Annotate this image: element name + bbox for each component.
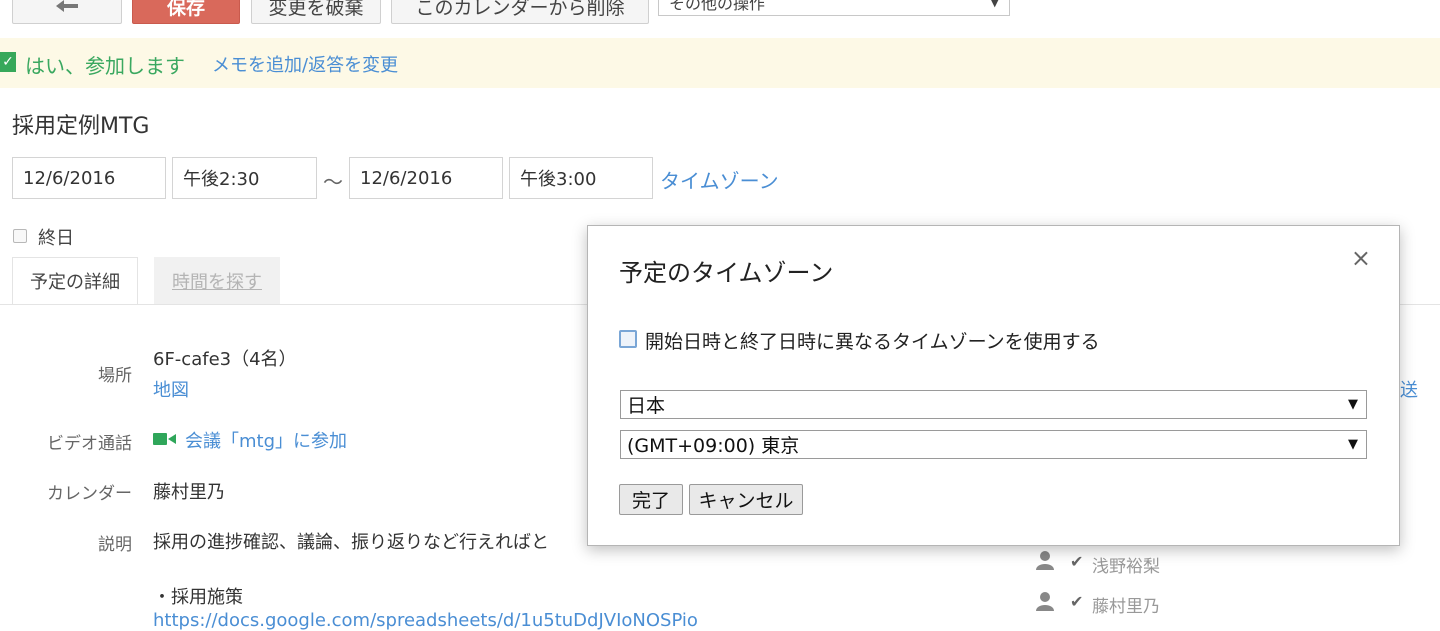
video-call-label: ビデオ通話 — [47, 434, 132, 454]
map-link[interactable]: 地図 — [153, 376, 189, 402]
country-select[interactable]: 日本 ▼ — [620, 390, 1367, 419]
all-day-label: 終日 — [38, 228, 74, 249]
dropdown-arrow-icon: ▼ — [1348, 397, 1358, 412]
change-response-link[interactable]: メモを追加/返答を変更 — [212, 51, 398, 77]
rsvp-bar: ✓ はい、参加します メモを追加/返答を変更 — [0, 38, 1440, 88]
close-icon[interactable]: × — [1351, 244, 1371, 272]
description-item: ・採用施策 — [153, 587, 243, 608]
end-time-input[interactable]: 午後3:00 — [509, 157, 653, 199]
done-button[interactable]: 完了 — [619, 484, 683, 515]
send-link-partial[interactable]: 送 — [1400, 376, 1440, 402]
description-url-link[interactable]: https://docs.google.com/spreadsheets/d/1… — [153, 610, 698, 631]
guest-name: 藤村里乃 — [1092, 597, 1160, 617]
tab-find-time[interactable]: 時間を探す — [154, 257, 280, 304]
separate-timezones-checkbox[interactable] — [619, 330, 637, 348]
guest-name: 浅野裕梨 — [1092, 557, 1160, 577]
start-time-input[interactable]: 午後2:30 — [172, 157, 317, 199]
calendar-label: カレンダー — [47, 484, 132, 504]
save-button[interactable]: 保存 — [132, 0, 240, 24]
location-label: 場所 — [98, 366, 132, 386]
cancel-button[interactable]: キャンセル — [689, 484, 803, 515]
back-button[interactable] — [12, 0, 122, 24]
description-text[interactable]: 採用の進捗確認、議論、振り返りなど行えればと — [153, 528, 549, 554]
timezone-link[interactable]: タイムゾーン — [660, 165, 779, 194]
accepted-check-icon: ✔ — [1070, 552, 1084, 571]
person-icon — [1036, 592, 1054, 611]
dropdown-arrow-icon: ▼ — [990, 0, 999, 9]
video-camera-icon — [153, 433, 176, 445]
rsvp-status: はい、参加します — [25, 54, 185, 78]
event-title[interactable]: 採用定例MTG — [12, 108, 149, 140]
discard-changes-button[interactable]: 変更を破棄 — [251, 0, 381, 24]
description-label: 説明 — [98, 535, 132, 555]
end-date-input[interactable]: 12/6/2016 — [349, 157, 503, 199]
date-range-separator: ～ — [323, 170, 343, 194]
start-date-input[interactable]: 12/6/2016 — [12, 157, 166, 199]
timezone-select-value: (GMT+09:00) 東京 — [627, 435, 800, 457]
location-value[interactable]: 6F-cafe3（4名） — [153, 345, 297, 371]
person-icon — [1036, 551, 1054, 570]
separate-timezones-label: 開始日時と終了日時に異なるタイムゾーンを使用する — [645, 331, 1100, 353]
join-meeting-link[interactable]: 会議「mtg」に参加 — [185, 427, 347, 453]
checkmark-icon: ✓ — [0, 52, 16, 72]
all-day-checkbox[interactable] — [13, 229, 27, 243]
dropdown-arrow-icon: ▼ — [1348, 437, 1358, 452]
country-select-value: 日本 — [627, 395, 666, 417]
dialog-title: 予定のタイムゾーン — [619, 259, 834, 287]
timezone-dialog: 予定のタイムゾーン × 開始日時と終了日時に異なるタイムゾーンを使用する 日本 … — [587, 225, 1400, 546]
more-actions-select[interactable]: その他の操作 ▼ — [658, 0, 1010, 16]
more-actions-label: その他の操作 — [669, 0, 766, 13]
calendar-value[interactable]: 藤村里乃 — [153, 478, 225, 504]
back-arrow-icon — [56, 0, 78, 12]
tab-event-details[interactable]: 予定の詳細 — [12, 257, 138, 304]
accepted-check-icon: ✔ — [1070, 592, 1084, 611]
delete-from-calendar-button[interactable]: このカレンダーから削除 — [391, 0, 649, 24]
timezone-select[interactable]: (GMT+09:00) 東京 ▼ — [620, 430, 1367, 459]
